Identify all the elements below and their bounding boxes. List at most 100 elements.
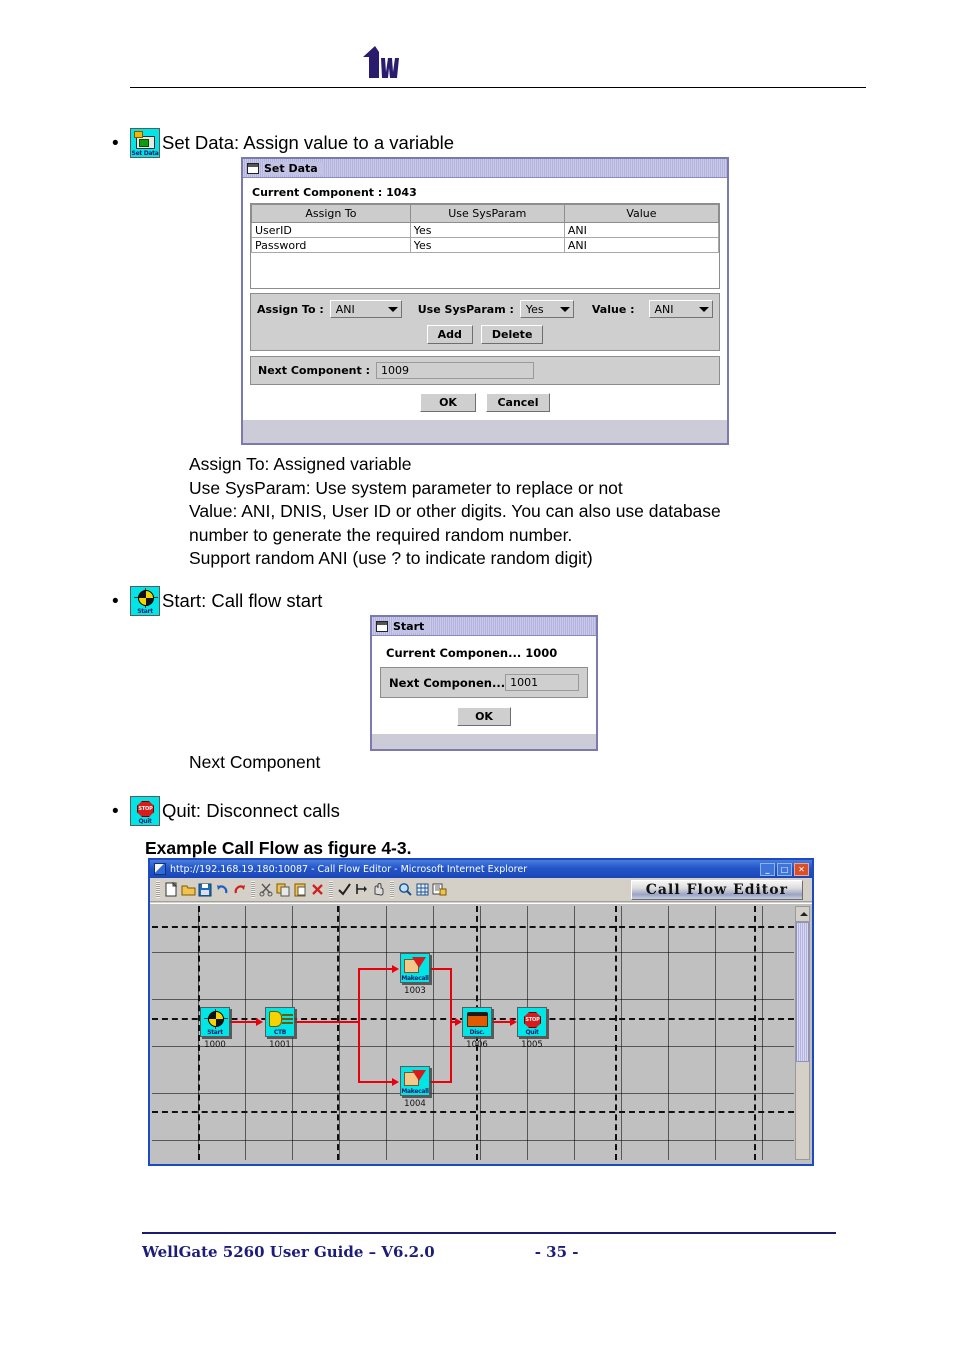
set-data-titlebar[interactable]: Set Data xyxy=(243,159,727,178)
undo-icon[interactable] xyxy=(214,881,231,898)
close-button[interactable]: ✕ xyxy=(794,862,809,876)
cell-use-sysparam[interactable]: Yes xyxy=(409,222,565,238)
cancel-button[interactable]: Cancel xyxy=(486,393,550,412)
arrowhead-icon xyxy=(256,1018,263,1026)
scroll-up-button[interactable] xyxy=(796,907,809,922)
cell-use-sysparam[interactable]: Yes xyxy=(409,237,565,253)
start-next-component-input[interactable]: 1001 xyxy=(505,674,579,691)
start-node-icon[interactable]: Start xyxy=(200,1007,230,1037)
toolbar-grip[interactable] xyxy=(156,881,160,898)
disconnect-node-label: Disc. xyxy=(469,1029,485,1036)
flow-node-makecall-1004[interactable]: Makecall 1004 xyxy=(400,1066,430,1109)
col-use-sysparam[interactable]: Use SysParam xyxy=(409,204,565,223)
use-sysparam-select[interactable]: Yes xyxy=(519,300,574,318)
zoom-icon[interactable] xyxy=(397,881,414,898)
ctb-node-icon[interactable]: CTB xyxy=(265,1007,295,1037)
call-flow-canvas-area[interactable]: Start 1000 CTB 1001 Makecall 1003 Makeca… xyxy=(150,903,812,1164)
call-flow-canvas[interactable]: Start 1000 CTB 1001 Makecall 1003 Makeca… xyxy=(152,906,794,1160)
value-select[interactable]: ANI xyxy=(648,300,713,318)
cell-assign-to[interactable]: Password xyxy=(251,237,411,253)
cut-scissors-icon[interactable] xyxy=(258,881,275,898)
ie-titlebar[interactable]: http://192.168.19.180:10087 - Call Flow … xyxy=(150,860,812,878)
assign-to-label: Assign To : xyxy=(257,302,324,316)
assign-to-select[interactable]: ANI xyxy=(329,300,402,318)
copy-icon[interactable] xyxy=(275,881,292,898)
disconnect-node-icon[interactable]: Disc. xyxy=(462,1007,492,1037)
delete-button[interactable]: Delete xyxy=(480,325,544,344)
editor-toolbar[interactable]: Call Flow Editor xyxy=(150,878,812,902)
assignment-table[interactable]: Assign To Use SysParam Value UserID Yes … xyxy=(251,204,719,253)
bullet-start-label: Start: Call flow start xyxy=(162,590,323,611)
check-icon[interactable] xyxy=(336,881,353,898)
makecall-node-icon[interactable]: Makecall xyxy=(400,1066,430,1096)
move-icon[interactable] xyxy=(353,881,370,898)
bullet-set-data-label: Set Data: Assign value to a variable xyxy=(162,132,455,153)
start-ok-button[interactable]: OK xyxy=(457,707,511,726)
table-row[interactable]: UserID Yes ANI xyxy=(251,222,719,238)
start-icon: Start xyxy=(130,586,160,616)
cell-value[interactable]: ANI xyxy=(563,222,719,238)
flow-node-makecall-1003[interactable]: Makecall 1003 xyxy=(400,953,430,996)
delete-x-icon[interactable] xyxy=(309,881,326,898)
dialog-buttons-row: OK Cancel xyxy=(250,393,720,412)
hand-icon[interactable] xyxy=(370,881,387,898)
assignment-editor-panel: Assign To : ANI Use SysParam : Yes Value… xyxy=(250,293,720,351)
add-button[interactable]: Add xyxy=(426,325,473,344)
grid-icon[interactable] xyxy=(414,881,431,898)
set-data-dialog[interactable]: Set Data Current Component : 1043 Assign… xyxy=(241,157,729,445)
file-toolbar-group xyxy=(163,881,248,898)
current-component-label: Current Component : xyxy=(252,186,383,199)
set-data-body: Current Component : 1043 Assign To Use S… xyxy=(243,178,727,420)
assignment-fields-row: Assign To : ANI Use SysParam : Yes Value… xyxy=(257,300,713,318)
start-titlebar[interactable]: Start xyxy=(372,617,596,636)
toolbar-grip[interactable] xyxy=(329,881,333,898)
open-folder-icon[interactable] xyxy=(180,881,197,898)
paste-icon[interactable] xyxy=(292,881,309,898)
cell-value[interactable]: ANI xyxy=(563,237,719,253)
makecall-node-label: Makecall xyxy=(401,975,429,982)
quit-node-icon[interactable]: STOP Quit xyxy=(517,1007,547,1037)
start-dialog[interactable]: Start Current Componen... 1000 Next Comp… xyxy=(370,615,598,751)
grid-line xyxy=(615,906,617,1160)
canvas-vertical-scrollbar[interactable] xyxy=(795,906,810,1160)
ok-button[interactable]: OK xyxy=(420,393,476,412)
quit-node-label: Quit xyxy=(525,1029,539,1036)
col-value[interactable]: Value xyxy=(563,204,719,223)
bullet-marker: • xyxy=(112,132,119,154)
set-data-description: Assign To: Assigned variable Use SysPara… xyxy=(189,453,829,571)
internet-explorer-window[interactable]: http://192.168.19.180:10087 - Call Flow … xyxy=(148,858,814,1166)
flow-node-id: 1003 xyxy=(404,986,426,996)
redo-icon[interactable] xyxy=(231,881,248,898)
flow-node-start[interactable]: Start 1000 xyxy=(200,1007,230,1050)
toolbar-grip[interactable] xyxy=(390,881,394,898)
new-file-icon[interactable] xyxy=(163,881,180,898)
col-assign-to[interactable]: Assign To xyxy=(251,204,411,223)
editor-title-wrap: Call Flow Editor xyxy=(630,879,809,900)
ie-window-title: http://192.168.19.180:10087 - Call Flow … xyxy=(170,863,528,875)
tools-toolbar-group xyxy=(336,881,387,898)
makecall-node-icon[interactable]: Makecall xyxy=(400,953,430,983)
maximize-button[interactable]: □ xyxy=(777,862,792,876)
flow-node-disconnect[interactable]: Disc. 1006 xyxy=(462,1007,492,1050)
flow-node-ctb[interactable]: CTB 1001 xyxy=(265,1007,295,1050)
scroll-thumb[interactable] xyxy=(796,922,809,1062)
grid-line xyxy=(152,926,794,928)
flow-node-quit[interactable]: STOP Quit 1005 xyxy=(517,1007,547,1050)
toolbar-grip[interactable] xyxy=(251,881,255,898)
call-flow-editor-title[interactable]: Call Flow Editor xyxy=(630,879,803,900)
next-component-input[interactable]: 1009 xyxy=(375,362,534,379)
window-icon xyxy=(376,620,388,632)
desc-line-3: Value: ANI, DNIS, User ID or other digit… xyxy=(189,501,721,521)
properties-icon[interactable] xyxy=(431,881,448,898)
minimize-button[interactable]: _ xyxy=(760,862,775,876)
cell-assign-to[interactable]: UserID xyxy=(251,222,411,238)
grid-line xyxy=(152,1111,794,1113)
footer-title: WellGate 5260 User Guide – V6.2.0 xyxy=(142,1243,435,1261)
window-controls: _ □ ✕ xyxy=(760,862,809,876)
save-disk-icon[interactable] xyxy=(197,881,214,898)
table-row[interactable]: Password Yes ANI xyxy=(251,237,719,253)
start-current-component-row: Current Componen... 1000 xyxy=(386,646,588,660)
makecall-node-label: Makecall xyxy=(401,1088,429,1095)
assignment-table-frame[interactable]: Assign To Use SysParam Value UserID Yes … xyxy=(250,203,720,289)
arrowhead-icon xyxy=(392,1078,399,1086)
